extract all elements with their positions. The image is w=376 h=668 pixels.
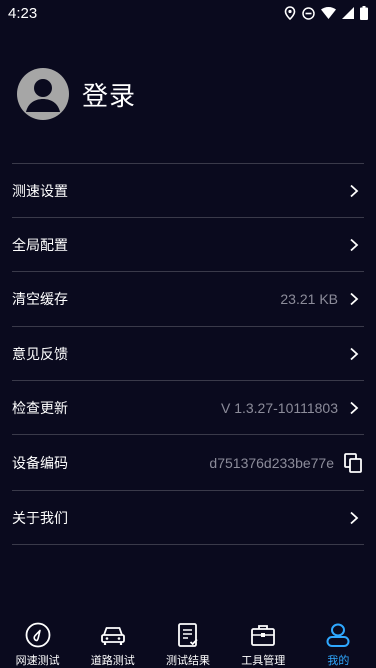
menu-item-label: 测速设置	[12, 183, 68, 200]
cache-size-value: 23.21 KB	[280, 291, 338, 307]
menu-item-label: 设备编码	[12, 455, 68, 472]
signal-icon	[342, 7, 354, 19]
menu-item-label: 意见反馈	[12, 346, 68, 363]
login-label[interactable]: 登录	[82, 76, 136, 113]
menu-item-device-code[interactable]: 设备编码 d751376d233be77e	[12, 435, 364, 491]
location-icon	[284, 6, 296, 20]
tab-road-test[interactable]: 道路测试	[75, 615, 150, 668]
car-icon	[100, 627, 125, 645]
battery-icon	[360, 6, 368, 20]
wifi-icon	[321, 7, 336, 19]
profile-header[interactable]: 登录	[17, 68, 136, 120]
tab-tool-management[interactable]: 工具管理	[226, 615, 301, 668]
tab-label: 网速测试	[15, 654, 60, 667]
menu-item-speed-settings[interactable]: 测速设置	[12, 164, 364, 218]
tab-mine[interactable]: 我的	[301, 615, 376, 668]
device-code-value: d751376d233be77e	[209, 454, 334, 471]
chevron-right-icon	[350, 238, 359, 251]
chevron-right-icon	[350, 292, 359, 306]
results-list-icon	[178, 623, 198, 647]
tab-label: 工具管理	[241, 654, 286, 667]
menu-item-label: 清空缓存	[12, 292, 68, 308]
menu-item-label: 检查更新	[12, 400, 68, 417]
do-not-disturb-icon	[302, 6, 315, 20]
menu-item-label: 关于我们	[12, 510, 68, 527]
copy-icon[interactable]	[344, 452, 362, 473]
status-icons	[284, 6, 368, 20]
tab-speed-test[interactable]: 网速测试	[0, 615, 75, 668]
menu-item-clear-cache[interactable]: 清空缓存 23.21 KB	[12, 272, 364, 327]
toolbox-icon	[251, 625, 276, 646]
menu-item-label: 全局配置	[12, 237, 68, 254]
user-avatar-icon[interactable]	[17, 68, 69, 120]
tab-label: 道路测试	[90, 654, 135, 667]
bottom-tab-bar: 网速测试 道路测试 测试结果 工具管理 我的	[0, 615, 376, 668]
status-time: 4:23	[8, 4, 38, 22]
chevron-right-icon	[350, 401, 359, 414]
chevron-right-icon	[350, 511, 359, 524]
user-profile-icon	[326, 623, 350, 647]
menu-item-about-us[interactable]: 关于我们	[12, 491, 364, 545]
menu-item-check-update[interactable]: 检查更新 V 1.3.27-10111803	[12, 381, 364, 435]
speed-test-icon	[25, 622, 50, 648]
tab-label: 我的	[327, 654, 350, 667]
tab-label: 测试结果	[166, 654, 210, 667]
tab-test-results[interactable]: 测试结果	[150, 615, 225, 668]
chevron-right-icon	[350, 347, 359, 360]
menu-item-feedback[interactable]: 意见反馈	[12, 327, 364, 381]
settings-menu: 测速设置 全局配置 清空缓存 23.21 KB 意见反馈 检查更新 V 1.3.…	[12, 163, 364, 545]
status-bar: 4:23	[0, 0, 376, 26]
version-value: V 1.3.27-10111803	[220, 399, 338, 416]
menu-item-global-config[interactable]: 全局配置	[12, 218, 364, 272]
chevron-right-icon	[350, 184, 359, 197]
